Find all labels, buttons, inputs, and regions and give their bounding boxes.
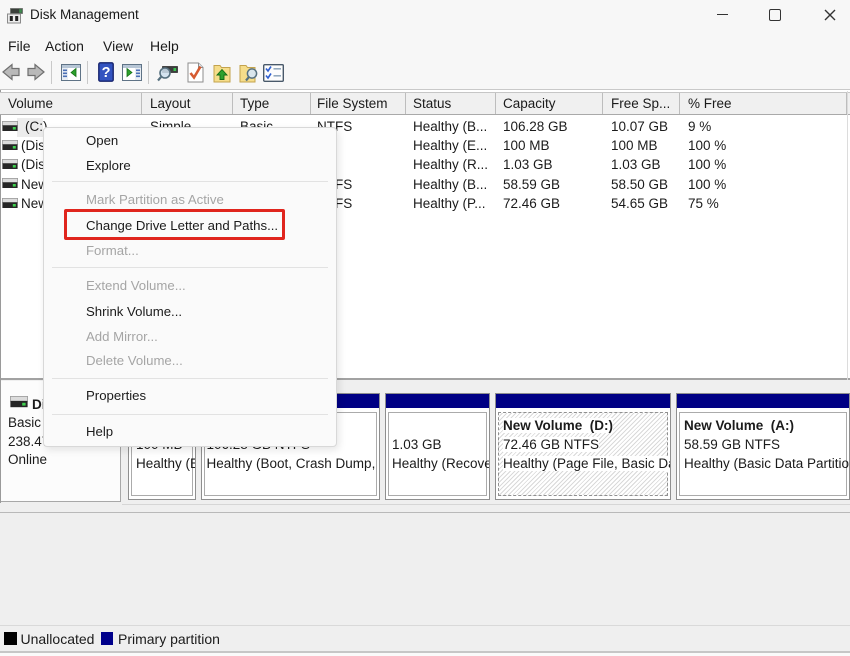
svg-text:?: ? <box>102 65 111 81</box>
